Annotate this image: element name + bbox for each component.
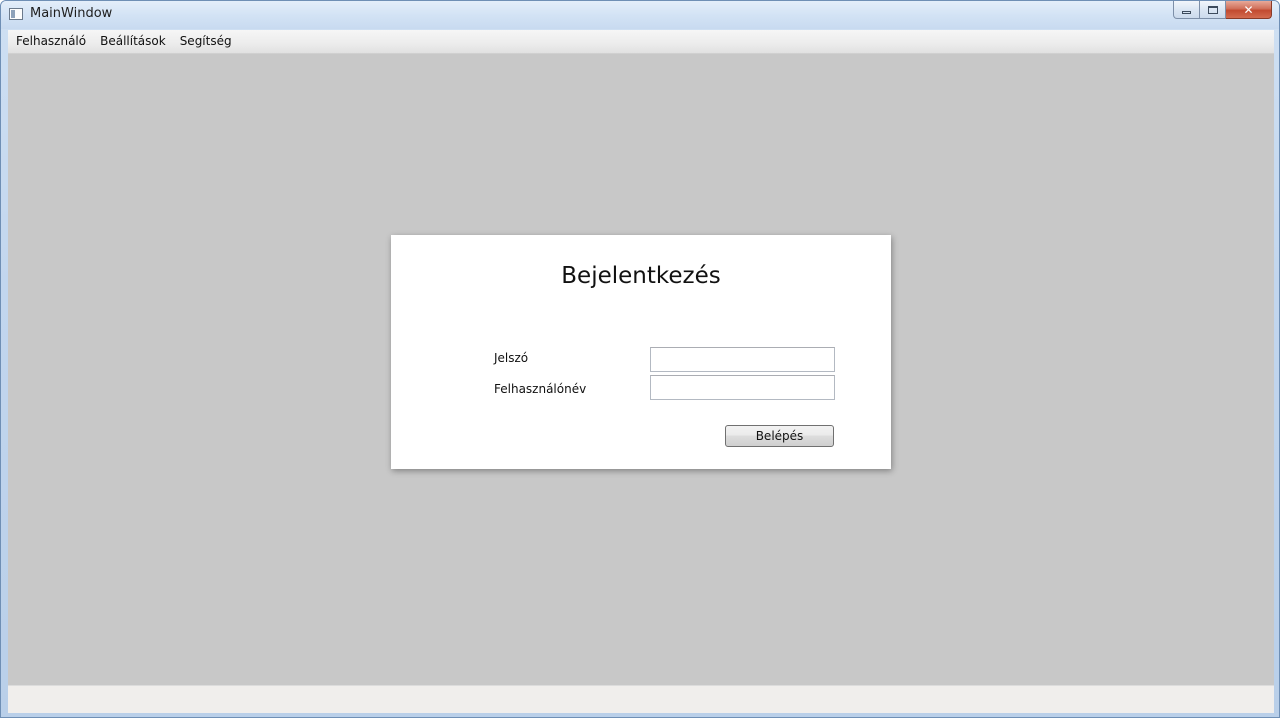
- menu-item-felhasznalo[interactable]: Felhasználó: [8, 30, 93, 53]
- minimize-button[interactable]: [1173, 1, 1200, 19]
- login-title: Bejelentkezés: [561, 263, 721, 289]
- menu-bar: Felhasználó Beállítások Segítség: [8, 30, 1274, 54]
- close-button[interactable]: ✕: [1226, 1, 1272, 19]
- username-label: Felhasználónév: [494, 382, 587, 396]
- maximize-button[interactable]: [1200, 1, 1226, 19]
- menu-item-beallitasok[interactable]: Beállítások: [93, 30, 173, 53]
- username-field[interactable]: [650, 375, 835, 400]
- app-window-icon[interactable]: [9, 8, 23, 20]
- password-label: Jelszó: [494, 351, 529, 365]
- login-panel: Bejelentkezés Jelszó Felhasználónév Belé…: [391, 235, 891, 469]
- close-icon: ✕: [1243, 2, 1254, 17]
- caption-buttons: ✕: [1173, 1, 1272, 20]
- status-bar: [8, 685, 1274, 713]
- menu-item-segitseg[interactable]: Segítség: [173, 30, 239, 53]
- client-area: Felhasználó Beállítások Segítség Bejelen…: [8, 30, 1274, 713]
- maximize-icon: [1207, 5, 1218, 14]
- minimize-icon: [1182, 10, 1191, 14]
- main-window: MainWindow ✕ Felhasználó Beállítások Seg…: [0, 0, 1280, 718]
- login-button[interactable]: Belépés: [725, 425, 834, 447]
- title-bar[interactable]: MainWindow ✕: [1, 1, 1279, 29]
- password-field[interactable]: [650, 347, 835, 372]
- window-title: MainWindow: [30, 6, 113, 21]
